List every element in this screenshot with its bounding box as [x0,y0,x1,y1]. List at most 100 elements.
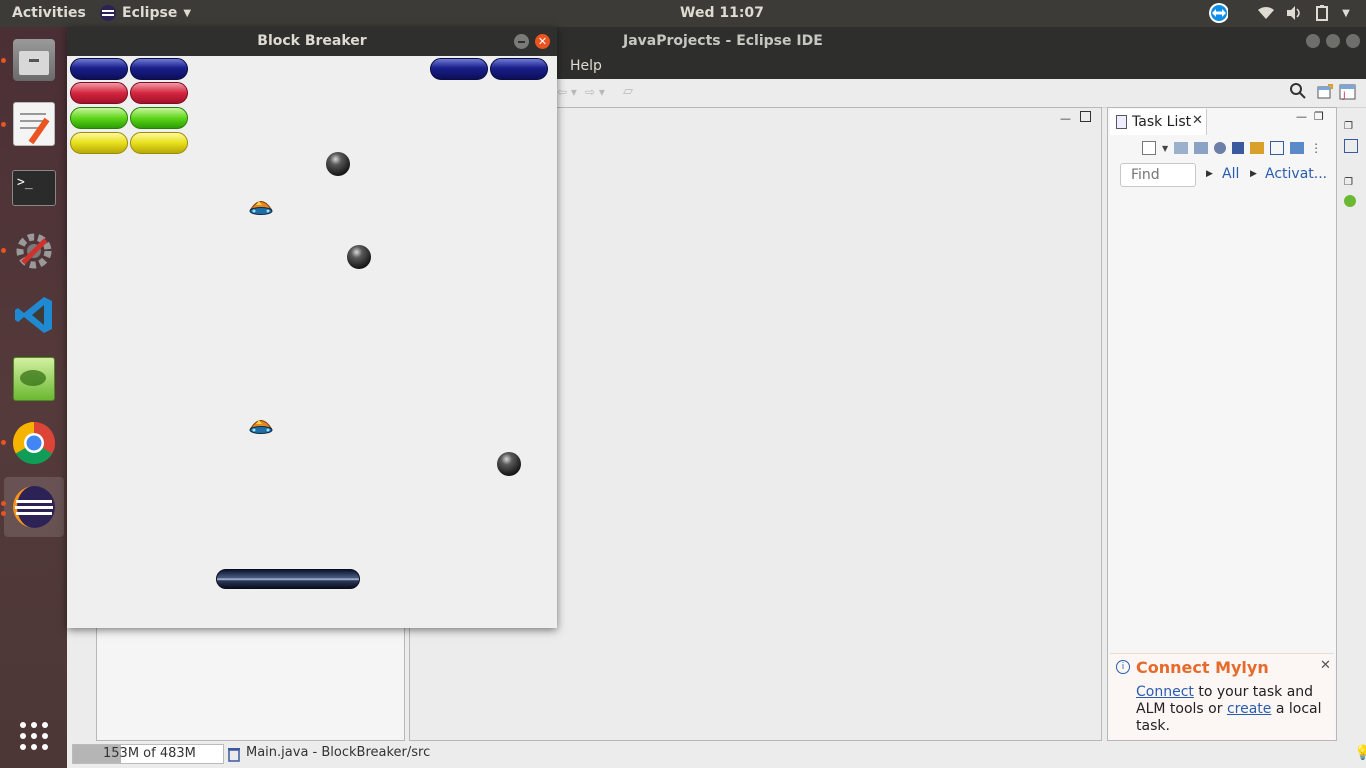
task-list-view: Task List ✕ — ❐ ▼ ⋮ ▶ All ▶ Activat... i… [1107,107,1337,741]
categorize-icon[interactable] [1174,142,1189,154]
tab-label: Task List [1132,114,1192,130]
close-mylyn-icon[interactable]: ✕ [1320,658,1331,673]
status-file-path: Main.java - BlockBreaker/src [246,745,431,760]
filter-all-link[interactable]: All [1222,166,1239,182]
status-bar: 153M of 483M Main.java - BlockBreaker/sr… [67,741,1366,768]
game-title-bar[interactable]: Block Breaker ✕ [67,27,557,56]
top-bar: Activities Eclipse ▼ Wed 11:07 ▼ [0,0,1366,27]
menu-help[interactable]: Help [570,58,602,74]
editor-minimize-icon[interactable]: — [1060,112,1071,125]
show-applications-button[interactable] [4,706,64,766]
minimize-button[interactable] [1306,34,1320,48]
chrome-icon [12,422,56,465]
scheduled-icon[interactable] [1194,142,1209,154]
ball [497,452,521,476]
powerup-icon [249,420,273,434]
vscode-icon [15,297,52,333]
restore-icon[interactable]: ❐ [1344,121,1353,132]
running-indicator [1,122,6,127]
new-task-icon[interactable] [1142,141,1156,155]
info-icon: i [1116,660,1130,674]
view-menu-icon[interactable]: ⋮ [1310,141,1322,155]
powerup-icon [249,201,273,215]
game-close-button[interactable]: ✕ [535,34,550,49]
dock-vscode[interactable] [4,285,64,345]
teamviewer-icon[interactable] [1208,3,1228,23]
brick [130,107,188,129]
text-editor-icon [13,102,55,146]
battery-icon[interactable] [1312,3,1332,23]
close-button[interactable] [1346,34,1360,48]
dock: >_ [0,27,67,768]
forward-icon[interactable]: ⇨ ▾ [585,85,605,99]
create-link[interactable]: create [1227,701,1271,717]
dock-eclipse[interactable] [4,477,64,537]
connect-link[interactable]: Connect [1136,684,1194,700]
svg-text:J: J [1342,91,1346,101]
game-canvas[interactable] [67,56,557,628]
brick [130,58,188,80]
dock-files[interactable] [4,30,64,90]
dock-chrome[interactable] [4,413,64,473]
find-input[interactable] [1120,163,1196,187]
tab-task-list[interactable]: Task List ✕ [1110,109,1207,135]
running-indicator [1,511,6,516]
app-menu[interactable]: Eclipse ▼ [100,5,191,21]
ball [347,245,371,269]
dock-settings[interactable] [4,221,64,281]
collapse-all-icon[interactable] [1270,141,1285,155]
triangle-icon: ▶ [1250,169,1257,179]
connect-mylyn-panel: i Connect Mylyn ✕ Connect to your task a… [1110,653,1334,740]
system-menu-chevron-icon[interactable]: ▼ [1336,3,1356,23]
dock-text-editor[interactable] [4,94,64,154]
eclipse-small-icon [100,5,116,21]
hide-completed-icon[interactable] [1232,142,1245,154]
running-indicator [1,440,6,445]
close-tab-icon[interactable]: ✕ [1192,113,1203,128]
filter-activate-link[interactable]: Activat... [1265,166,1327,182]
task-list-icon [1116,115,1127,129]
task-list-tab-bar: Task List ✕ — ❐ [1108,108,1336,136]
open-perspective-icon[interactable] [1317,84,1333,104]
focus-icon[interactable] [1214,142,1227,154]
image-editor-icon [13,357,55,401]
brick [70,82,128,104]
heap-label: 153M of 483M [103,746,196,761]
view-restore-icon[interactable]: ❐ [1314,110,1324,123]
lightbulb-icon[interactable]: 💡 [1354,745,1366,761]
editor-maximize-icon[interactable] [1080,111,1091,122]
tasks-icon[interactable] [1344,195,1356,207]
clock[interactable]: Wed 11:07 [680,5,764,21]
brick [70,107,128,129]
restore-icon[interactable]: ❐ [1344,177,1353,188]
dock-terminal[interactable]: >_ [4,158,64,218]
wifi-icon[interactable] [1256,3,1276,23]
heap-status[interactable]: 153M of 483M [72,744,224,764]
dock-image-editor[interactable] [4,349,64,409]
back-icon[interactable]: ⇦ ▾ [557,85,577,99]
app-grid-icon [20,722,48,750]
view-minimize-icon[interactable]: — [1296,110,1307,123]
running-indicator [1,501,6,506]
pin-editor-icon[interactable]: ▱ [623,84,633,99]
settings-icon [16,233,52,269]
triangle-icon: ▶ [1206,169,1213,179]
link-editor-icon[interactable] [1290,142,1305,154]
sync-icon[interactable] [1250,142,1265,154]
maximize-button[interactable] [1326,34,1340,48]
paddle[interactable] [216,569,360,589]
package-explorer-pane [96,625,405,741]
outline-icon[interactable] [1344,139,1358,153]
garbage-collect-icon[interactable] [227,746,241,766]
activities-button[interactable]: Activities [12,5,86,21]
terminal-icon: >_ [12,170,56,206]
dropdown-icon[interactable]: ▼ [1162,144,1168,153]
game-window-title: Block Breaker [257,33,367,49]
brick [490,58,548,80]
volume-icon[interactable] [1284,3,1304,23]
mylyn-message: Connect to your task and ALM tools or cr… [1136,684,1326,735]
java-perspective-icon[interactable]: J [1339,83,1357,105]
game-minimize-button[interactable] [514,34,529,49]
search-icon[interactable] [1289,82,1307,104]
right-trim: ❐ ❐ [1339,107,1366,217]
